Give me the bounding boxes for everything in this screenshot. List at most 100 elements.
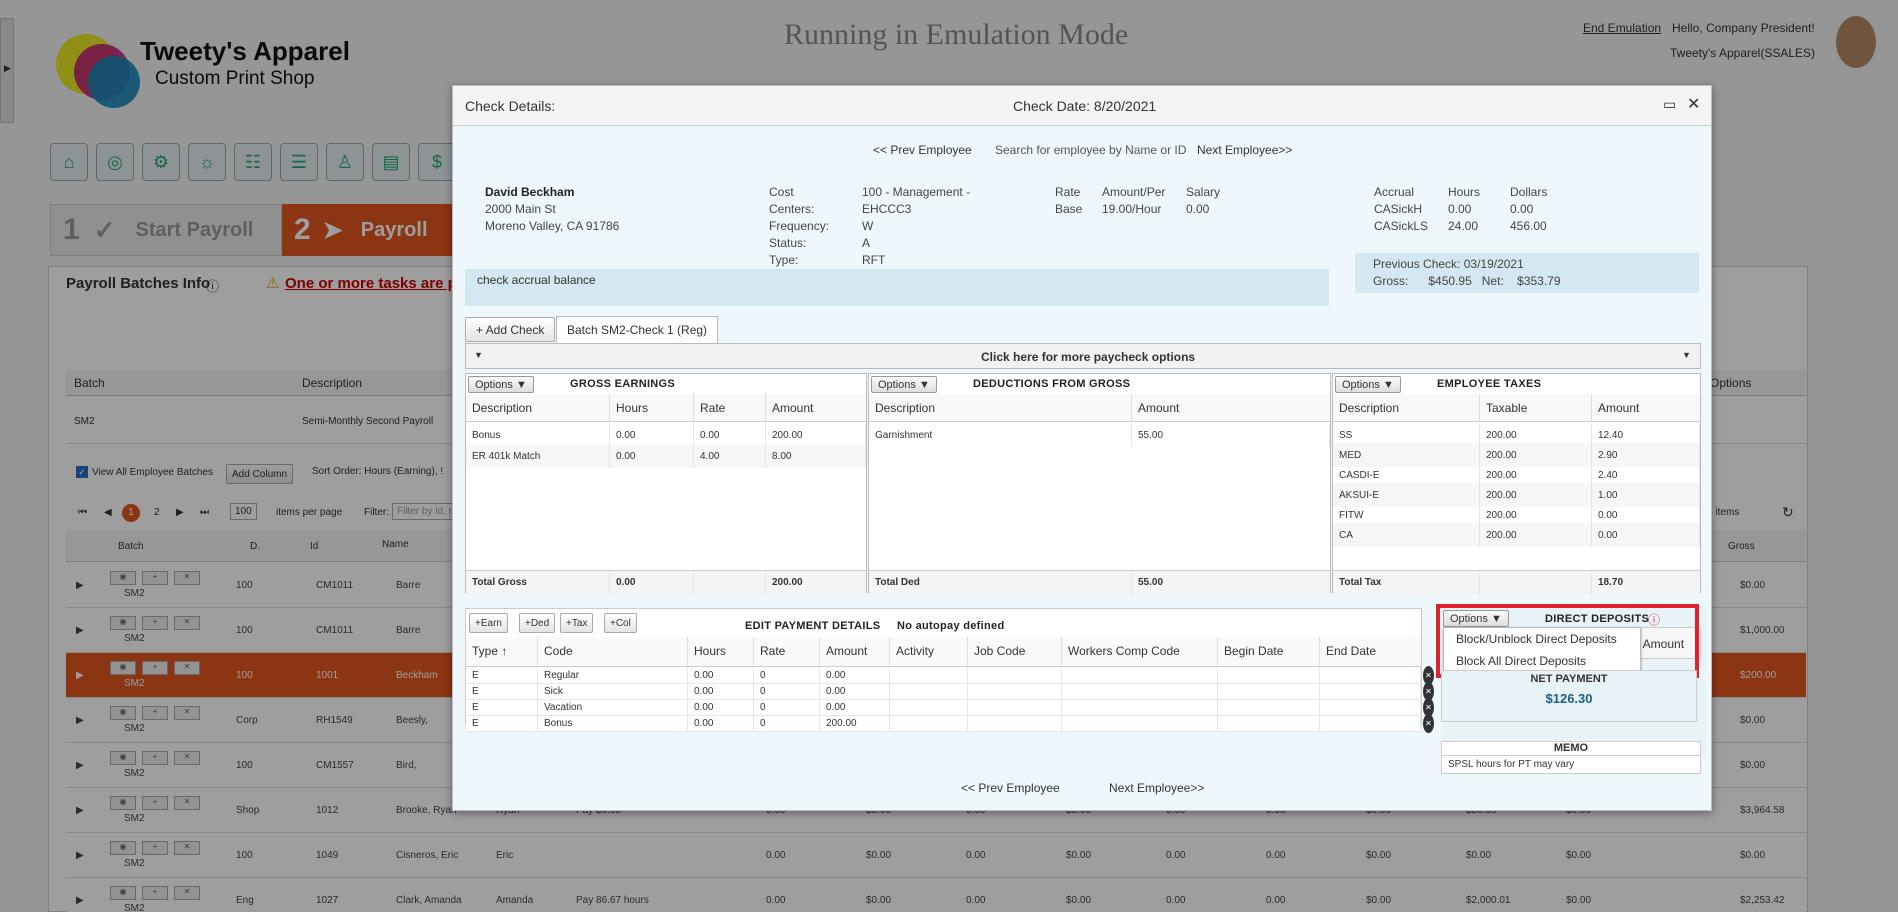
- earnings-options-button[interactable]: Options ▼: [468, 376, 534, 393]
- taxes-col-description[interactable]: Description: [1333, 394, 1480, 422]
- cell-type[interactable]: E: [466, 699, 538, 716]
- payment-col-begin-date[interactable]: Begin Date: [1218, 637, 1320, 665]
- employee-search-input[interactable]: Search for employee by Name or ID: [989, 139, 1199, 159]
- cell-activity[interactable]: [890, 683, 968, 700]
- earnings-options-label: Options: [475, 378, 513, 391]
- earnings-col-amount[interactable]: Amount: [766, 394, 866, 422]
- cell-activity[interactable]: [890, 699, 968, 716]
- check-date: Check Date: 8/20/2021: [1013, 98, 1157, 114]
- cell-activity[interactable]: [890, 667, 968, 684]
- add-deduction-button[interactable]: +Ded: [519, 613, 556, 633]
- taxes-col-taxable[interactable]: Taxable: [1480, 394, 1592, 422]
- cell-job-code[interactable]: [968, 715, 1062, 732]
- table-row[interactable]: CA 200.00 0.00: [1333, 523, 1700, 547]
- cell-end-date[interactable]: [1320, 667, 1421, 684]
- tab-batch-check[interactable]: Batch SM2-Check 1 (Reg): [556, 316, 719, 343]
- employee-values: 100 - Management - EHCCC3 W A RFT: [862, 184, 982, 269]
- payment-col-amount[interactable]: Amount: [820, 637, 890, 665]
- cost-centers-value: 100 - Management - EHCCC3: [862, 185, 971, 216]
- cell-rate[interactable]: 0: [754, 715, 820, 732]
- cell-job-code[interactable]: [968, 683, 1062, 700]
- earnings-col-rate[interactable]: Rate: [694, 394, 766, 422]
- deductions-col-amount[interactable]: Amount: [1132, 394, 1330, 422]
- cell-code[interactable]: Regular: [538, 667, 688, 684]
- next-employee-link-top[interactable]: Next Employee>>: [1197, 143, 1292, 157]
- cell-begin-date[interactable]: [1218, 699, 1320, 716]
- cell-begin-date[interactable]: [1218, 715, 1320, 732]
- cell-rate[interactable]: 0: [754, 667, 820, 684]
- cell-workers-comp[interactable]: [1062, 699, 1218, 716]
- cell-code[interactable]: Sick: [538, 683, 688, 700]
- cell-workers-comp[interactable]: [1062, 715, 1218, 732]
- table-row[interactable]: E Vacation 0.00 0 0.00 ✕: [466, 698, 1434, 717]
- cell-workers-comp[interactable]: [1062, 667, 1218, 684]
- cell-begin-date[interactable]: [1218, 667, 1320, 684]
- salary: Salary 0.00: [1186, 184, 1220, 218]
- cell-code[interactable]: Bonus: [538, 715, 688, 732]
- deductions-options-button[interactable]: Options ▼: [871, 376, 937, 393]
- cell-end-date[interactable]: [1320, 715, 1421, 732]
- cell-type[interactable]: E: [466, 683, 538, 700]
- cell-workers-comp[interactable]: [1062, 683, 1218, 700]
- cell-code[interactable]: Vacation: [538, 699, 688, 716]
- cell-amount[interactable]: 200.00: [820, 715, 890, 732]
- taxes-header: Description Taxable Amount: [1333, 394, 1700, 422]
- table-row[interactable]: ER 401k Match 0.00 4.00 8.00: [466, 444, 866, 468]
- accrual-dollars: 0.00: [1510, 202, 1534, 216]
- earnings-col-hours[interactable]: Hours: [610, 394, 694, 422]
- cell-type[interactable]: E: [466, 715, 538, 732]
- prev-employee-link-top[interactable]: << Prev Employee: [873, 143, 972, 157]
- memo-input[interactable]: SPSL hours for PT may vary: [1441, 755, 1701, 774]
- payment-col-type[interactable]: Type ↑: [466, 637, 538, 665]
- table-row[interactable]: Garnishment 55.00: [869, 423, 1330, 447]
- autopay-status: No autopay defined: [897, 620, 1005, 632]
- taxes-options-button[interactable]: Options ▼: [1335, 376, 1401, 393]
- payment-col-activity[interactable]: Activity: [890, 637, 968, 665]
- add-earning-button[interactable]: +Earn: [469, 613, 508, 633]
- cell-end-date[interactable]: [1320, 699, 1421, 716]
- cell-amount[interactable]: 0.00: [820, 699, 890, 716]
- payment-col-workers-comp[interactable]: Workers Comp Code: [1062, 637, 1218, 665]
- payment-col-rate[interactable]: Rate: [754, 637, 820, 665]
- net-payment-value: $126.30: [1545, 691, 1593, 706]
- cell-rate[interactable]: 0: [754, 683, 820, 700]
- maximize-icon[interactable]: ▭: [1663, 96, 1676, 113]
- add-tax-button[interactable]: +Tax: [560, 613, 594, 633]
- cell-amount[interactable]: 0.00: [820, 667, 890, 684]
- payment-col-hours[interactable]: Hours: [688, 637, 754, 665]
- deductions-options-label: Options: [878, 378, 916, 391]
- table-row[interactable]: E Bonus 0.00 0 200.00 ✕: [466, 714, 1434, 733]
- add-column-button[interactable]: +Col: [604, 613, 637, 633]
- cell-amount[interactable]: 0.00: [820, 683, 890, 700]
- cell-job-code[interactable]: [968, 667, 1062, 684]
- cell-description: Garnishment: [869, 423, 1132, 447]
- more-options-bar[interactable]: ▼ Click here for more paycheck options ▼: [465, 343, 1701, 369]
- earnings-col-description[interactable]: Description: [466, 394, 610, 422]
- cell-begin-date[interactable]: [1218, 683, 1320, 700]
- close-icon[interactable]: ✕: [1687, 94, 1700, 114]
- payment-col-code[interactable]: Code: [538, 637, 688, 665]
- accrual-label: Accrual: [1374, 185, 1415, 199]
- table-row[interactable]: E Sick 0.00 0 0.00 ✕: [466, 682, 1434, 701]
- cell-type[interactable]: E: [466, 667, 538, 684]
- prev-employee-link-bottom[interactable]: << Prev Employee: [961, 781, 1060, 795]
- rate-base-label: Rate Base: [1055, 185, 1083, 216]
- payment-col-end-date[interactable]: End Date: [1320, 637, 1421, 665]
- deductions-col-description[interactable]: Description: [869, 394, 1132, 422]
- cell-rate[interactable]: 0: [754, 699, 820, 716]
- payment-col-job-code[interactable]: Job Code: [968, 637, 1062, 665]
- table-row[interactable]: E Regular 0.00 0 0.00 ✕: [466, 666, 1434, 685]
- cell-job-code[interactable]: [968, 699, 1062, 716]
- next-employee-link-bottom[interactable]: Next Employee>>: [1109, 781, 1204, 795]
- cell-activity[interactable]: [890, 715, 968, 732]
- cell-hours[interactable]: 0.00: [688, 667, 754, 684]
- cell-end-date[interactable]: [1320, 683, 1421, 700]
- earnings-total-hours: 0.00: [610, 570, 694, 595]
- cell-hours[interactable]: 0.00: [688, 715, 754, 732]
- cell-hours[interactable]: 0.00: [688, 699, 754, 716]
- add-check-button[interactable]: + Add Check: [465, 317, 556, 342]
- cell-hours[interactable]: 0.00: [688, 683, 754, 700]
- check-note[interactable]: check accrual balance: [465, 269, 1329, 306]
- delete-row-icon[interactable]: ✕: [1423, 714, 1434, 733]
- taxes-col-amount[interactable]: Amount: [1592, 394, 1700, 422]
